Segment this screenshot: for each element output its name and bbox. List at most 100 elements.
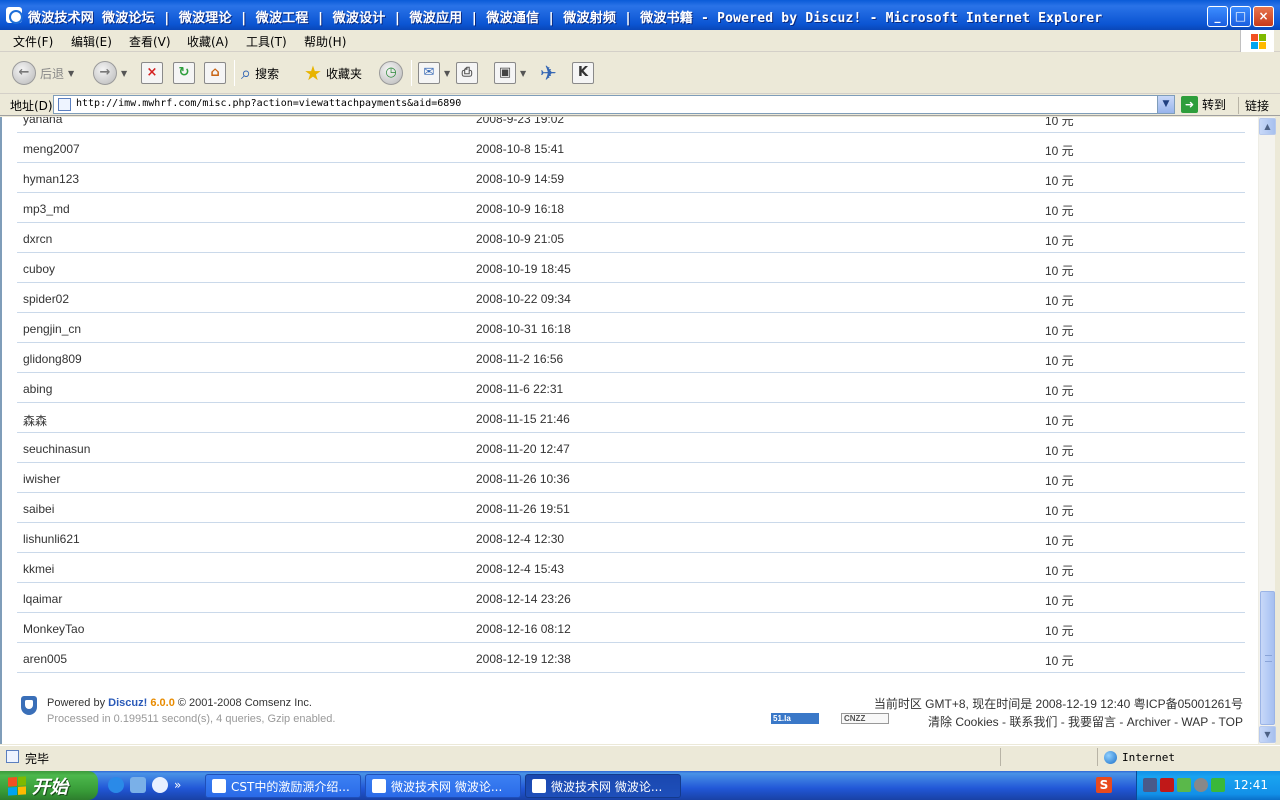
antivirus-tray-icon[interactable] (1160, 778, 1174, 792)
address-input[interactable]: http://imw.mwhrf.com/misc.php?action=vie… (53, 95, 1175, 114)
menu-view[interactable]: 查看(V) (129, 33, 171, 50)
vertical-scrollbar[interactable]: ▲ ▼ (1258, 117, 1276, 744)
refresh-button[interactable]: ↻ (173, 59, 195, 87)
payment-time: 2008-11-20 12:47 (476, 442, 570, 456)
go-button[interactable]: ➜ 转到 (1181, 96, 1226, 113)
back-button[interactable]: ← 后退 ▼ (12, 59, 74, 87)
cnzz-badge[interactable]: CNZZ (841, 713, 889, 724)
security-zone[interactable]: Internet (1097, 748, 1175, 766)
window-title: 微波技术网 微波论坛 | 微波理论 | 微波工程 | 微波设计 | 微波应用 |… (28, 11, 1103, 26)
extension-button[interactable]: K (572, 59, 594, 87)
payment-time: 2008-10-22 09:34 (476, 292, 571, 306)
ie-app-icon[interactable] (6, 7, 23, 24)
menu-favorites[interactable]: 收藏(A) (187, 33, 229, 50)
print-button[interactable]: ⎙ (456, 59, 478, 87)
links-button[interactable]: 链接 (1238, 97, 1269, 114)
powered-by: Powered by Discuz! 6.0.0 © 2001-2008 Com… (47, 697, 312, 709)
taskbar: 开始 » CST中的激励源介绍... 微波技术网 微波论... 微波技术网 微波… (0, 771, 1280, 800)
scroll-down-icon[interactable]: ▼ (1259, 726, 1276, 743)
task-cst-window[interactable]: CST中的激励源介绍... (205, 774, 361, 798)
payer-username: pengjin_cn (23, 322, 82, 336)
edit-icon: ▣ (494, 62, 516, 84)
payment-time: 2008-11-6 22:31 (476, 382, 564, 396)
discuz-link[interactable]: Discuz! (108, 697, 147, 709)
top-link[interactable]: TOP (1219, 715, 1243, 729)
quicklaunch-more-icon[interactable]: » (174, 778, 181, 792)
maximize-button[interactable]: □ (1230, 6, 1251, 27)
standard-toolbar: ← 后退 ▼ → ▼ × ↻ ⌂ ⌕ 搜索 ★ 收藏夹 ◷ ✉ ▼ ⎙ ▣ ▼ … (0, 52, 1280, 94)
menu-file[interactable]: 文件(F) (13, 33, 53, 50)
edit-button[interactable]: ▣ ▼ (494, 59, 526, 87)
ime-sogou-icon[interactable]: S (1096, 777, 1112, 793)
wap-link[interactable]: WAP (1181, 715, 1208, 729)
home-button[interactable]: ⌂ (204, 59, 226, 87)
stop-icon: × (141, 62, 163, 84)
page-content[interactable]: yanana 2008-9-23 19:02 10 元 meng2007 2008-10… (0, 117, 1258, 744)
status-bar: 完毕 Internet (0, 745, 1280, 767)
edit-dropdown-icon[interactable]: ▼ (520, 69, 526, 78)
payment-amount: 10 元 (1045, 144, 1074, 158)
toolbar-separator (234, 60, 235, 86)
history-button[interactable]: ◷ (379, 59, 403, 87)
timezone-info: 当前时区 GMT+8, 现在时间是 2008-12-19 12:40 粤ICP备… (873, 697, 1243, 711)
clock[interactable]: 12:41 (1233, 778, 1268, 792)
menu-tools[interactable]: 工具(T) (246, 33, 287, 50)
table-row: hyman123 2008-10-9 14:59 10 元 (17, 163, 1245, 193)
search-icon: ⌕ (241, 62, 252, 84)
payer-username: spider02 (23, 292, 70, 306)
messenger-button[interactable]: ✈ (540, 59, 557, 87)
close-button[interactable]: × (1253, 6, 1274, 27)
table-row: cuboy 2008-10-19 18:45 10 元 (17, 253, 1245, 283)
refresh-icon: ↻ (173, 62, 195, 84)
payment-time: 2008-11-15 21:46 (476, 412, 570, 426)
title-bar[interactable]: 微波技术网 微波论坛 | 微波理论 | 微波工程 | 微波设计 | 微波应用 |… (0, 0, 1280, 30)
payer-username: meng2007 (23, 142, 80, 156)
address-url[interactable]: http://imw.mwhrf.com/misc.php?action=vie… (76, 98, 461, 109)
payer-username: hyman123 (23, 172, 80, 186)
table-row: aren005 2008-12-19 12:38 10 元 (17, 643, 1245, 673)
toolbar-separator (411, 60, 412, 86)
mail-dropdown-icon[interactable]: ▼ (444, 69, 450, 78)
start-button[interactable]: 开始 (0, 771, 98, 800)
security-tray-icon[interactable] (1211, 778, 1225, 792)
table-row: glidong809 2008-11-2 16:56 10 元 (17, 343, 1245, 373)
archiver-link[interactable]: Archiver (1127, 715, 1171, 729)
scroll-up-icon[interactable]: ▲ (1259, 118, 1276, 135)
task-mwhrf-window-1[interactable]: 微波技术网 微波论... (365, 774, 521, 798)
menu-help[interactable]: 帮助(H) (304, 33, 346, 50)
forward-button[interactable]: → ▼ (93, 59, 127, 87)
scroll-thumb[interactable] (1260, 591, 1275, 725)
favorites-button[interactable]: ★ 收藏夹 (304, 59, 362, 87)
table-row: MonkeyTao 2008-12-16 08:12 10 元 (17, 613, 1245, 643)
payer-username: MonkeyTao (23, 622, 85, 636)
contact-link[interactable]: 联系我们 (1009, 715, 1057, 729)
menu-edit[interactable]: 编辑(E) (71, 33, 112, 50)
mail-button[interactable]: ✉ ▼ (418, 59, 450, 87)
system-tray: 12:41 (1136, 771, 1280, 800)
payer-username: kkmei (23, 562, 55, 576)
message-link[interactable]: 我要留言 (1068, 715, 1116, 729)
back-dropdown-icon[interactable]: ▼ (68, 69, 74, 78)
history-icon: ◷ (379, 61, 403, 85)
forward-dropdown-icon[interactable]: ▼ (121, 69, 127, 78)
51la-badge[interactable]: 51.la (771, 713, 819, 724)
search-label: 搜索 (255, 66, 280, 81)
volume-tray-icon[interactable] (1194, 778, 1208, 792)
payer-username: aren005 (23, 652, 68, 666)
forward-arrow-icon: → (93, 61, 117, 85)
task-mwhrf-window-2[interactable]: 微波技术网 微波论... (525, 774, 681, 798)
table-row: lqaimar 2008-12-14 23:26 10 元 (17, 583, 1245, 613)
payment-time: 2008-11-26 10:36 (476, 472, 570, 486)
address-dropdown-icon[interactable]: ▼ (1157, 96, 1174, 113)
media-quicklaunch-icon[interactable] (130, 777, 146, 793)
search-button[interactable]: ⌕ 搜索 (241, 59, 279, 87)
messenger-icon: ✈ (540, 61, 557, 85)
footer-links: 清除 Cookies - 联系我们 - 我要留言 - Archiver - WA… (927, 715, 1243, 729)
clear-cookies-link[interactable]: 清除 Cookies (928, 715, 999, 729)
stop-button[interactable]: × (141, 59, 163, 87)
update-tray-icon[interactable] (1177, 778, 1191, 792)
browser-quicklaunch-icon[interactable] (152, 777, 168, 793)
minimize-button[interactable]: _ (1207, 6, 1228, 27)
ie-quicklaunch-icon[interactable] (108, 777, 124, 793)
network-tray-icon[interactable] (1143, 778, 1157, 792)
